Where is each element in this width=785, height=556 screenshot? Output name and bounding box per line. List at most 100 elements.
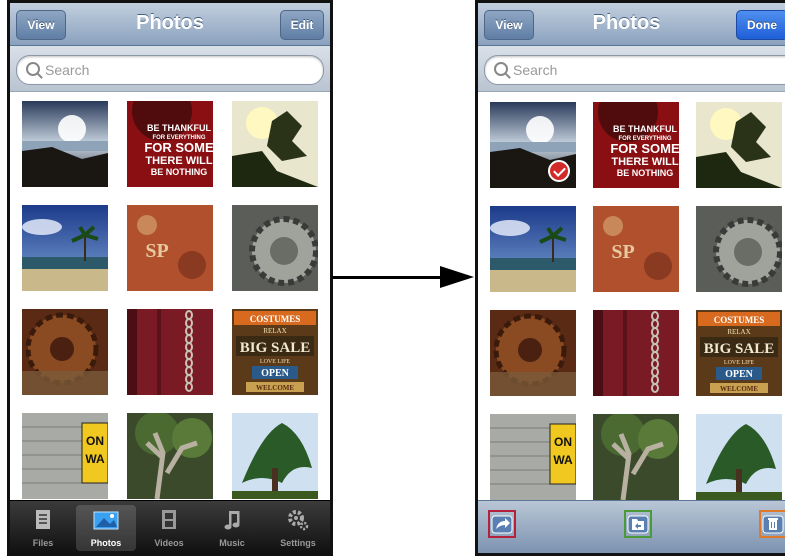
share-icon [491,515,513,534]
photo-thumbnail[interactable] [490,206,576,292]
photo-thumbnail[interactable]: ON WA [22,413,108,499]
svg-text:ON: ON [554,435,572,449]
photos-screen-before: View Photos Edit Search BE THANKFUL FOR … [7,0,333,556]
photo-thumbnail[interactable]: BE THANKFUL FOR EVERYTHING FOR SOME THER… [593,102,679,188]
be-thankful-poster-photo: BE THANKFUL FOR EVERYTHING FOR SOME THER… [127,101,213,187]
svg-text:OPEN: OPEN [725,369,754,380]
done-button[interactable]: Done [736,10,785,40]
search-input[interactable]: Search [484,55,785,85]
rusty-sign-photo: SP [127,205,213,291]
tab-bar: Files Photos Videos Music Settings [10,500,330,553]
svg-text:RELAX: RELAX [263,327,286,335]
rusty-gear-photo [22,309,108,395]
photo-thumbnail[interactable] [593,414,679,500]
tab-music[interactable]: Music [202,505,262,551]
photo-thumbnail[interactable] [127,413,213,499]
music-note-icon [224,511,240,530]
svg-text:WA: WA [553,453,573,467]
svg-text:LOVE LIFE: LOVE LIFE [724,360,754,366]
photo-thumbnail[interactable] [490,102,576,188]
svg-text:WELCOME: WELCOME [720,385,758,393]
selected-checkmark-icon [548,160,570,182]
photo-thumbnail[interactable] [22,205,108,291]
chain-red-wall-photo [127,309,213,395]
svg-text:BE NOTHING: BE NOTHING [151,167,208,177]
svg-text:LOVE LIFE: LOVE LIFE [260,359,290,365]
rusty-sign-photo: SP [593,206,679,292]
tab-videos[interactable]: Videos [139,505,199,551]
tab-settings[interactable]: Settings [268,505,328,551]
gear-wheel-photo [696,206,782,292]
search-placeholder: Search [513,62,558,78]
search-icon [494,62,508,76]
photo-thumbnail[interactable] [22,309,108,395]
search-bar: Search [478,46,785,92]
svg-text:SP: SP [145,240,168,262]
svg-text:ON: ON [86,434,104,448]
photo-thumbnail[interactable] [490,310,576,396]
photo-thumbnail[interactable]: SP [127,205,213,291]
navigation-bar: View Photos Edit [10,3,330,46]
photo-grid: BE THANKFUL FOR EVERYTHING FOR SOME THER… [10,92,330,553]
photo-thumbnail[interactable] [696,414,782,500]
svg-text:BIG SALE: BIG SALE [704,341,774,357]
tab-files[interactable]: Files [13,505,73,551]
palm-beach-photo [490,206,576,292]
tab-photos[interactable]: Photos [76,505,136,551]
photo-thumbnail[interactable]: SP [593,206,679,292]
trash-icon [762,515,784,534]
photo-thumbnail[interactable] [22,101,108,187]
search-input[interactable]: Search [16,55,324,85]
svg-text:BIG SALE: BIG SALE [240,340,310,356]
svg-text:FOR SOME: FOR SOME [144,140,213,155]
sunset-ocean-photo [22,101,108,187]
tab-label-music: Music [219,538,245,548]
chain-red-wall-photo [593,310,679,396]
share-button[interactable] [488,510,516,538]
cypress-tree-photo [232,413,318,499]
delete-button[interactable] [759,510,785,538]
photo-thumbnail[interactable] [593,310,679,396]
tab-label-files: Files [32,538,54,548]
svg-text:COSTUMES: COSTUMES [250,314,301,324]
photo-thumbnail[interactable]: COSTUMES RELAX BIG SALE LOVE LIFE OPEN W… [696,310,782,396]
navigation-bar: View Photos Done [478,3,785,46]
photo-thumbnail[interactable] [696,102,782,188]
photo-thumbnail[interactable] [232,205,318,291]
brick-wall-sign-photo: ON WA [22,413,108,499]
photo-thumbnail[interactable] [232,101,318,187]
svg-text:BE THANKFUL: BE THANKFUL [147,123,211,133]
svg-text:FOR SOME: FOR SOME [610,141,679,156]
photos-icon [93,511,119,530]
tab-label-photos: Photos [90,538,122,548]
photo-thumbnail[interactable]: COSTUMES RELAX BIG SALE LOVE LIFE OPEN W… [232,309,318,395]
search-bar: Search [10,46,330,92]
palm-beach-photo [22,205,108,291]
tree-silhouette-photo [696,102,782,188]
photo-thumbnail[interactable] [696,206,782,292]
twisted-tree-photo [127,413,213,499]
svg-text:BE NOTHING: BE NOTHING [617,168,674,178]
photo-thumbnail[interactable] [127,309,213,395]
edit-button[interactable]: Edit [280,10,324,40]
photo-thumbnail[interactable]: BE THANKFUL FOR EVERYTHING FOR SOME THER… [127,101,213,187]
gear-icon [288,510,309,531]
tree-silhouette-photo [232,101,318,187]
tab-label-settings: Settings [280,538,316,548]
transition-arrow-head [440,266,474,288]
photo-thumbnail[interactable] [232,413,318,499]
photos-screen-edit-mode: View Photos Done Search BE THANKFUL FOR … [475,0,785,556]
svg-text:RELAX: RELAX [727,328,750,336]
search-placeholder: Search [45,62,90,78]
rusty-gear-photo [490,310,576,396]
edit-toolbar [478,500,785,553]
photo-grid: BE THANKFUL FOR EVERYTHING FOR SOME THER… [478,92,785,553]
svg-text:BE THANKFUL: BE THANKFUL [613,124,677,134]
svg-text:OPEN: OPEN [261,368,290,379]
photo-thumbnail[interactable]: ON WA [490,414,576,500]
search-icon [26,62,40,76]
film-icon [162,510,176,529]
twisted-tree-photo [593,414,679,500]
svg-text:THERE WILL: THERE WILL [611,156,678,168]
move-button[interactable] [624,510,652,538]
